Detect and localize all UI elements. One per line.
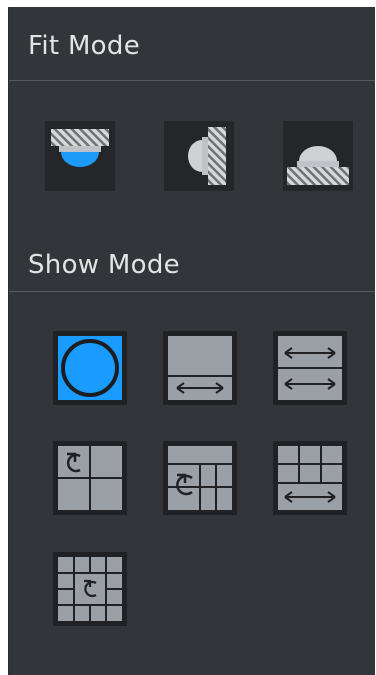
- show-mode-divider: [9, 291, 375, 292]
- one-plus-six-icon: [168, 446, 232, 510]
- show-mode-dual-panorama-button[interactable]: [273, 331, 347, 405]
- show-mode-one-plus-six-button[interactable]: [163, 441, 237, 515]
- fisheye-original-icon: [58, 336, 122, 400]
- fit-mode-title: Fit Mode: [28, 31, 140, 61]
- panorama-180-icon: [168, 336, 232, 400]
- ground-mount-icon: [287, 146, 349, 185]
- one-plus-eight-icon: [58, 557, 122, 621]
- ceiling-mount-icon: [51, 129, 109, 167]
- fit-mode-divider: [9, 80, 375, 81]
- panorama-plus-six-icon: [278, 446, 342, 510]
- fit-mode-ceiling-button[interactable]: [45, 121, 115, 191]
- dual-panorama-icon: [278, 336, 342, 400]
- show-mode-panorama-plus-six-button[interactable]: [273, 441, 347, 515]
- fisheye-mode-panel: Fit Mode Show Mode: [8, 7, 375, 675]
- show-mode-panorama-button[interactable]: [163, 331, 237, 405]
- show-mode-one-plus-eight-button[interactable]: [53, 552, 127, 626]
- show-mode-title: Show Mode: [28, 250, 180, 280]
- wall-mount-icon: [188, 127, 226, 185]
- one-plus-three-icon: [58, 446, 122, 510]
- fit-mode-ground-button[interactable]: [283, 121, 353, 191]
- show-mode-original-button[interactable]: [53, 331, 127, 405]
- fit-mode-wall-button[interactable]: [164, 121, 234, 191]
- show-mode-one-plus-three-button[interactable]: [53, 441, 127, 515]
